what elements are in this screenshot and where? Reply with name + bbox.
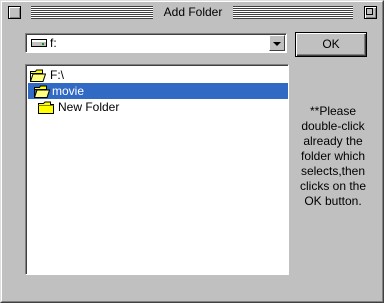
help-line: clicks on the [299,179,367,193]
title-stripes-right [233,6,353,19]
add-folder-dialog: Add Folder f: OK F:\ movie New Folder **… [0,0,384,303]
help-line: **Please [309,104,357,118]
drive-dropdown[interactable]: f: [25,33,287,53]
help-line: selects,then [300,164,366,178]
open-folder-icon [30,69,46,82]
tree-item-label: F:\ [50,68,64,82]
drive-icon [31,39,47,47]
window-title: Add Folder [153,5,233,20]
close-box-icon[interactable] [8,6,21,19]
tree-item-label: movie [52,84,85,98]
help-text: **Please double-click already the folder… [293,104,373,209]
tree-item-movie[interactable]: movie [28,83,288,99]
title-bar[interactable]: Add Folder [3,3,381,22]
zoom-box-icon[interactable] [364,6,377,19]
chevron-down-icon[interactable] [269,35,285,51]
ok-button[interactable]: OK [295,32,367,57]
drive-label: f: [50,36,57,50]
tree-item-label: New Folder [58,100,120,114]
folder-tree[interactable]: F:\ movie New Folder [25,64,289,275]
help-line: already the [303,134,363,148]
title-stripes-left [31,6,153,19]
folder-icon [38,101,54,114]
help-line: double-click [301,119,365,133]
help-line: OK button. [304,194,362,208]
open-folder-icon [34,85,50,98]
help-line: folder which [300,149,366,163]
